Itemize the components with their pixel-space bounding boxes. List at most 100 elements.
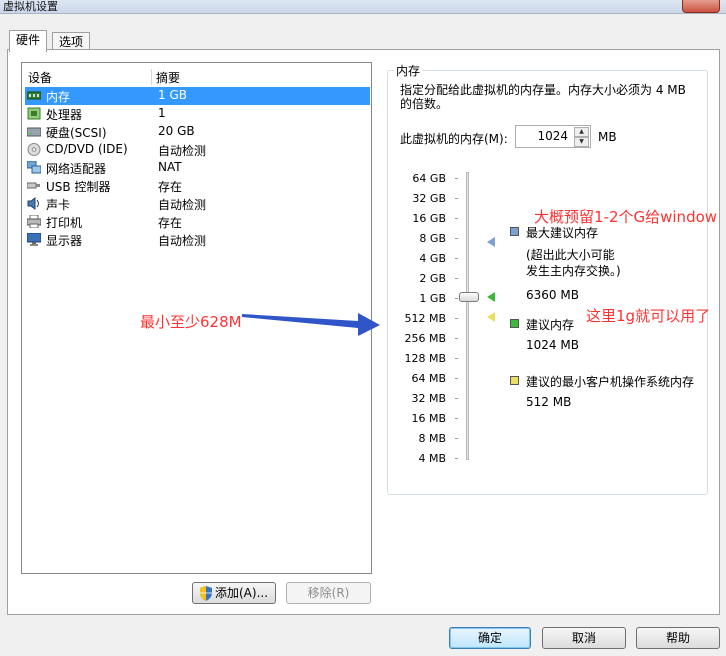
spin-up-arrow-icon[interactable]: ▲ (574, 127, 589, 137)
memory-description: 指定分配给此虚拟机的内存量。内存大小必须为 4 MB 的倍数。 (400, 83, 686, 111)
device-row-memory[interactable]: 内存 1 GB (25, 87, 370, 105)
scale-tick (455, 418, 458, 419)
recommended-marker-icon (487, 292, 495, 302)
scale-tick (455, 178, 458, 179)
device-row-sound-card[interactable]: 声卡 自动检测 (25, 195, 370, 213)
device-summary: 1 (158, 106, 166, 120)
scale-label: 4 MB (418, 452, 446, 465)
help-button[interactable]: 帮助 (636, 627, 720, 649)
scale-tick (455, 238, 458, 239)
device-row-printer[interactable]: 打印机 存在 (25, 213, 370, 231)
scale-label: 64 MB (411, 372, 446, 385)
scale-tick (455, 378, 458, 379)
scale-tick (455, 438, 458, 439)
shield-icon (200, 586, 212, 601)
scale-tick (455, 298, 458, 299)
scale-label: 8 GB (419, 232, 446, 245)
scale-tick (455, 338, 458, 339)
device-name: 内存 (46, 90, 71, 104)
device-name: 打印机 (46, 216, 83, 230)
add-button[interactable]: 添加(A)... (192, 582, 276, 604)
scale-tick (455, 258, 458, 259)
column-separator[interactable] (151, 69, 152, 85)
sound-card-icon (27, 197, 39, 210)
printer-icon (27, 215, 41, 228)
legend-max-title: 最大建议内存 (526, 226, 599, 240)
device-name: CD/DVD (IDE) (46, 142, 128, 156)
usb-icon (27, 182, 40, 189)
device-row-network-adapter[interactable]: 网络适配器 NAT (25, 159, 370, 177)
legend-recommended-value: 1024 MB (526, 338, 579, 352)
scale-tick (455, 398, 458, 399)
cd-dvd-icon (27, 143, 41, 156)
window-title: 虚拟机设置 (3, 0, 58, 13)
max-recommended-marker-icon (487, 237, 495, 247)
tab-hardware[interactable]: 硬件 (9, 30, 48, 52)
scale-label: 32 MB (411, 392, 446, 405)
title-bar: 虚拟机设置 (0, 0, 726, 14)
scale-tick (455, 218, 458, 219)
memory-value[interactable]: 1024 (537, 129, 568, 143)
device-name: 声卡 (46, 198, 71, 212)
scale-label: 64 GB (412, 172, 446, 185)
remove-button[interactable]: 移除(R) (286, 582, 371, 604)
device-row-processor[interactable]: 处理器 1 (25, 105, 370, 123)
annotation-arrow-icon (242, 313, 380, 336)
scale-tick (455, 458, 458, 459)
device-row-display[interactable]: 显示器 自动检测 (25, 231, 370, 249)
hard-disk-icon (27, 127, 41, 137)
legend-recommended-title: 建议内存 (526, 318, 575, 332)
memory-slider-track[interactable] (466, 172, 469, 460)
memory-field-label: 此虚拟机的内存(M): (400, 132, 508, 146)
scale-label: 4 GB (419, 252, 446, 265)
device-summary: 1 GB (158, 88, 187, 102)
scale-tick (455, 318, 458, 319)
device-name: 硬盘(SCSI) (46, 126, 107, 140)
legend-minimum-title: 建议的最小客户机操作系统内存 (526, 375, 695, 389)
device-row-cd-dvd[interactable]: CD/DVD (IDE) 自动检测 (25, 141, 370, 159)
legend-max-value: 6360 MB (526, 288, 579, 302)
annotation-top-right: 大概预留1-2个G给window (534, 208, 718, 226)
annotation-left: 最小至少628M (140, 313, 242, 331)
processor-icon (27, 107, 41, 120)
memory-icon (27, 91, 41, 100)
scale-label: 16 MB (411, 412, 446, 425)
scale-label: 8 MB (418, 432, 446, 445)
scale-label: 16 GB (412, 212, 446, 225)
scale-label: 256 MB (404, 332, 446, 345)
memory-group-title: 内存 (394, 62, 423, 79)
legend-minimum-value: 512 MB (526, 395, 572, 409)
annotation-middle-right: 这里1g就可以用了 (586, 307, 711, 325)
scale-tick (455, 358, 458, 359)
legend-max-note-2: 发生主内存交换。) (526, 264, 621, 278)
device-summary: 自动检测 (158, 144, 207, 158)
max-recommended-swatch-icon (510, 227, 519, 236)
device-row-usb-controller[interactable]: USB 控制器 存在 (25, 177, 370, 195)
memory-slider-thumb[interactable] (459, 292, 479, 302)
device-list-header: 设备 摘要 (22, 67, 371, 85)
legend-minimum: 建议的最小客户机操作系统内存 512 MB (526, 374, 694, 410)
recommended-swatch-icon (510, 319, 519, 328)
device-row-hard-disk[interactable]: 硬盘(SCSI) 20 GB (25, 123, 370, 141)
legend-recommended: 建议内存 1024 MB (526, 317, 579, 353)
legend-max: 最大建议内存 (超出此大小可能 发生主内存交换。) 6360 MB (526, 225, 621, 303)
spin-down-arrow-icon[interactable]: ▼ (574, 137, 589, 147)
device-summary: 自动检测 (158, 198, 207, 212)
scale-label: 1 GB (419, 292, 446, 305)
cancel-button[interactable]: 取消 (542, 627, 626, 649)
device-summary: NAT (158, 160, 182, 174)
column-summary[interactable]: 摘要 (156, 69, 180, 86)
device-summary: 自动检测 (158, 234, 207, 248)
memory-unit: MB (598, 130, 617, 144)
minimum-marker-icon (487, 312, 495, 322)
display-icon (27, 233, 41, 246)
memory-spinbox[interactable]: 1024 ▲ ▼ (515, 125, 591, 148)
ok-button[interactable]: 确定 (449, 627, 531, 649)
scale-tick (455, 278, 458, 279)
minimum-swatch-icon (510, 376, 519, 385)
close-button[interactable] (682, 0, 720, 13)
scale-label: 32 GB (412, 192, 446, 205)
scale-tick (455, 198, 458, 199)
column-device[interactable]: 设备 (28, 69, 52, 86)
device-name: 网络适配器 (46, 162, 107, 176)
